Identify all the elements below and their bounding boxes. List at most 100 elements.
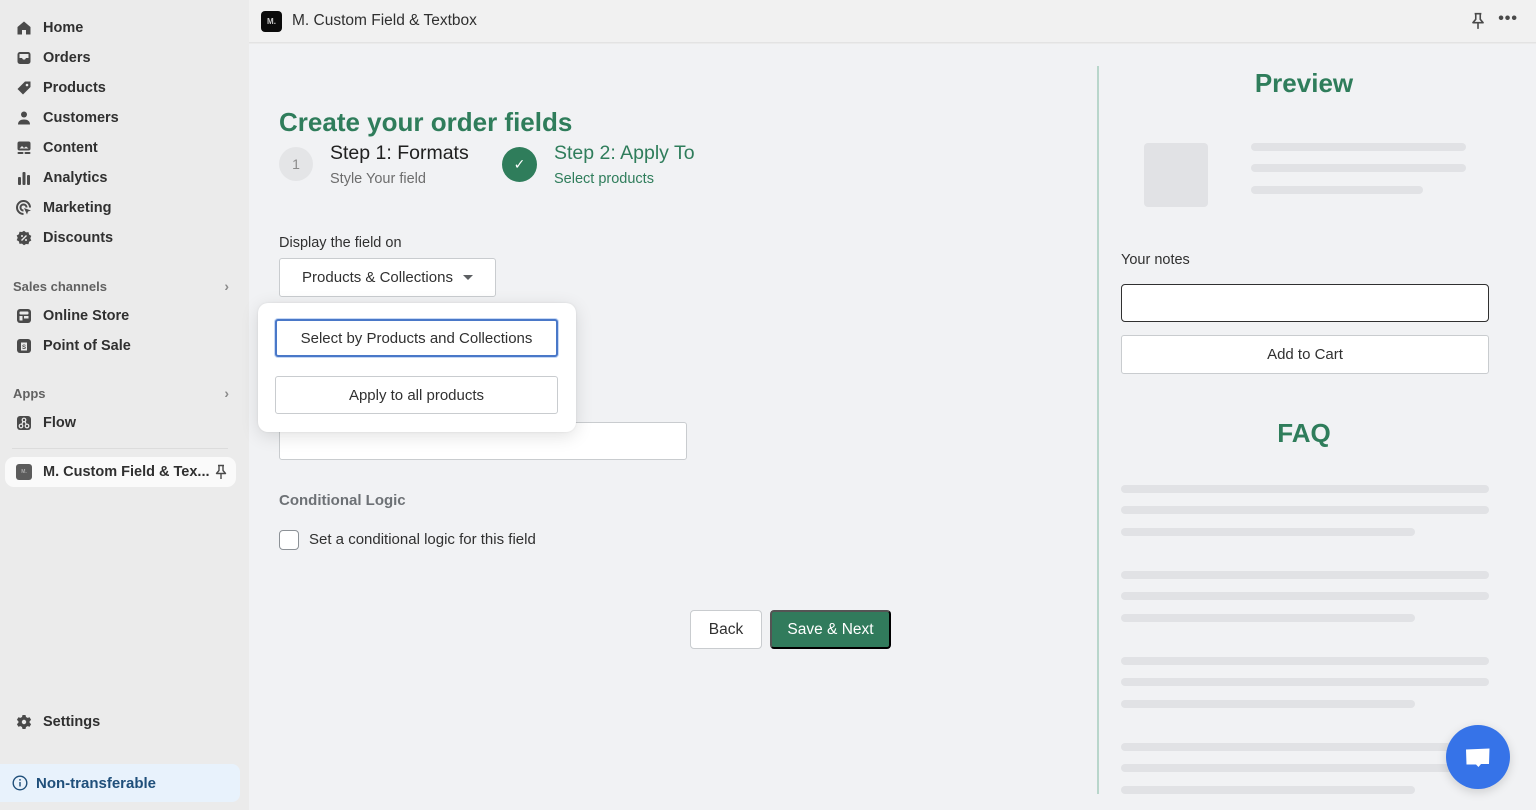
pos-icon: S bbox=[16, 338, 32, 354]
skeleton-line bbox=[1121, 485, 1489, 493]
select-by-products-collections-button[interactable]: Select by Products and Collections bbox=[275, 319, 558, 357]
sidebar-item-label: Content bbox=[43, 140, 98, 156]
skeleton-line bbox=[1121, 678, 1489, 686]
sales-channels-header[interactable]: Sales channels › bbox=[13, 276, 235, 296]
sidebar-item-customers[interactable]: Customers bbox=[8, 104, 236, 132]
step-1-indicator: 1 bbox=[279, 147, 313, 181]
sidebar: Home Orders Products Customers Content A… bbox=[0, 0, 249, 810]
step-1-subtitle: Style Your field bbox=[330, 171, 426, 187]
display-options-popover: Select by Products and Collections Apply… bbox=[258, 303, 576, 432]
home-icon bbox=[16, 20, 32, 36]
sidebar-item-analytics[interactable]: Analytics bbox=[8, 164, 236, 192]
step-2-title[interactable]: Step 2: Apply To bbox=[554, 142, 695, 165]
sidebar-item-orders[interactable]: Orders bbox=[8, 44, 236, 72]
sidebar-divider bbox=[12, 448, 228, 449]
skeleton-line bbox=[1121, 528, 1415, 536]
more-options-icon[interactable]: ••• bbox=[1498, 10, 1518, 28]
sidebar-item-label: Flow bbox=[43, 415, 77, 431]
sidebar-item-label: Customers bbox=[43, 110, 119, 126]
discount-icon bbox=[16, 230, 32, 246]
step-2-check-icon: ✓ bbox=[502, 147, 537, 182]
skeleton-line bbox=[1121, 506, 1489, 514]
sidebar-item-label: Point of Sale bbox=[43, 338, 131, 354]
inbox-icon bbox=[16, 50, 32, 66]
pin-icon[interactable] bbox=[1470, 12, 1486, 30]
info-icon bbox=[12, 775, 28, 791]
sidebar-item-label: M. Custom Field & Tex... bbox=[43, 464, 210, 480]
person-icon bbox=[16, 110, 32, 126]
flow-icon bbox=[16, 415, 32, 431]
content-icon bbox=[16, 140, 32, 156]
back-button[interactable]: Back bbox=[690, 610, 762, 649]
display-field-label: Display the field on bbox=[279, 235, 402, 251]
chevron-right-icon: › bbox=[224, 278, 229, 294]
skeleton-line bbox=[1121, 614, 1415, 622]
sidebar-item-flow[interactable]: Flow bbox=[8, 409, 236, 437]
sidebar-item-active-app[interactable]: M. M. Custom Field & Tex... bbox=[5, 457, 236, 487]
apps-header[interactable]: Apps › bbox=[13, 383, 235, 403]
sidebar-item-label: Orders bbox=[43, 50, 91, 66]
sidebar-item-products[interactable]: Products bbox=[8, 74, 236, 102]
save-next-button[interactable]: Save & Next bbox=[770, 610, 891, 649]
page-title: Create your order fields bbox=[279, 107, 573, 137]
chat-bubble-icon bbox=[1466, 748, 1490, 767]
chat-button[interactable] bbox=[1446, 725, 1510, 789]
step-2-subtitle: Select products bbox=[554, 171, 654, 187]
pin-icon[interactable] bbox=[214, 464, 228, 480]
preview-title: Preview bbox=[1254, 68, 1354, 98]
sidebar-item-content[interactable]: Content bbox=[8, 134, 236, 162]
notes-label: Your notes bbox=[1121, 252, 1190, 268]
sidebar-item-label: Home bbox=[43, 20, 84, 36]
skeleton-line bbox=[1121, 743, 1489, 751]
gear-icon bbox=[16, 714, 32, 730]
skeleton-line bbox=[1251, 186, 1423, 194]
skeleton-line bbox=[1121, 764, 1489, 772]
faq-title: FAQ bbox=[1277, 418, 1331, 448]
add-to-cart-button[interactable]: Add to Cart bbox=[1121, 335, 1489, 374]
sidebar-item-label: Products bbox=[43, 80, 106, 96]
display-field-select-value: Products & Collections bbox=[302, 269, 453, 286]
display-field-select[interactable]: Products & Collections bbox=[279, 258, 496, 297]
conditional-logic-checkbox[interactable] bbox=[279, 530, 299, 550]
conditional-logic-title: Conditional Logic bbox=[279, 492, 406, 509]
sidebar-item-discounts[interactable]: Discounts bbox=[8, 224, 236, 252]
svg-text:S: S bbox=[22, 345, 26, 351]
main-content: Create your order fields 1 Step 1: Forma… bbox=[249, 44, 1536, 810]
app-logo: M. bbox=[16, 464, 32, 480]
apps-title: Apps bbox=[13, 385, 46, 401]
app-topbar: M. M. Custom Field & Textbox ••• bbox=[249, 0, 1536, 43]
skeleton-line bbox=[1121, 571, 1489, 579]
app-logo: M. bbox=[261, 10, 282, 32]
store-icon bbox=[16, 308, 32, 324]
app-title: M. Custom Field & Textbox bbox=[292, 12, 477, 29]
chevron-right-icon: › bbox=[224, 385, 229, 401]
sidebar-item-home[interactable]: Home bbox=[8, 14, 236, 42]
sidebar-item-online-store[interactable]: Online Store bbox=[8, 302, 236, 330]
non-transferable-banner[interactable]: Non-transferable bbox=[0, 764, 240, 802]
sidebar-item-label: Marketing bbox=[43, 200, 112, 216]
tag-icon bbox=[16, 80, 32, 96]
sidebar-item-label: Settings bbox=[43, 714, 101, 730]
non-transferable-label: Non-transferable bbox=[36, 774, 157, 792]
skeleton-line bbox=[1121, 592, 1489, 600]
skeleton-image bbox=[1144, 143, 1208, 207]
sidebar-item-point-of-sale[interactable]: S Point of Sale bbox=[8, 332, 236, 360]
sidebar-item-marketing[interactable]: Marketing bbox=[8, 194, 236, 222]
skeleton-line bbox=[1121, 786, 1415, 794]
step-1-title[interactable]: Step 1: Formats bbox=[330, 142, 469, 165]
skeleton-line bbox=[1121, 657, 1489, 665]
caret-down-icon bbox=[462, 275, 473, 280]
sidebar-item-label: Online Store bbox=[43, 308, 130, 324]
sales-channels-title: Sales channels bbox=[13, 278, 107, 294]
sidebar-item-label: Discounts bbox=[43, 230, 114, 246]
notes-input[interactable] bbox=[1121, 284, 1489, 322]
bar-chart-icon bbox=[16, 170, 32, 186]
apply-to-all-products-button[interactable]: Apply to all products bbox=[275, 376, 558, 414]
target-icon bbox=[16, 200, 32, 216]
sidebar-item-settings[interactable]: Settings bbox=[8, 708, 236, 736]
conditional-logic-checkbox-label[interactable]: Set a conditional logic for this field bbox=[309, 531, 536, 548]
skeleton-line bbox=[1251, 143, 1466, 151]
sidebar-item-label: Analytics bbox=[43, 170, 108, 186]
skeleton-line bbox=[1251, 164, 1466, 172]
skeleton-line bbox=[1121, 700, 1415, 708]
